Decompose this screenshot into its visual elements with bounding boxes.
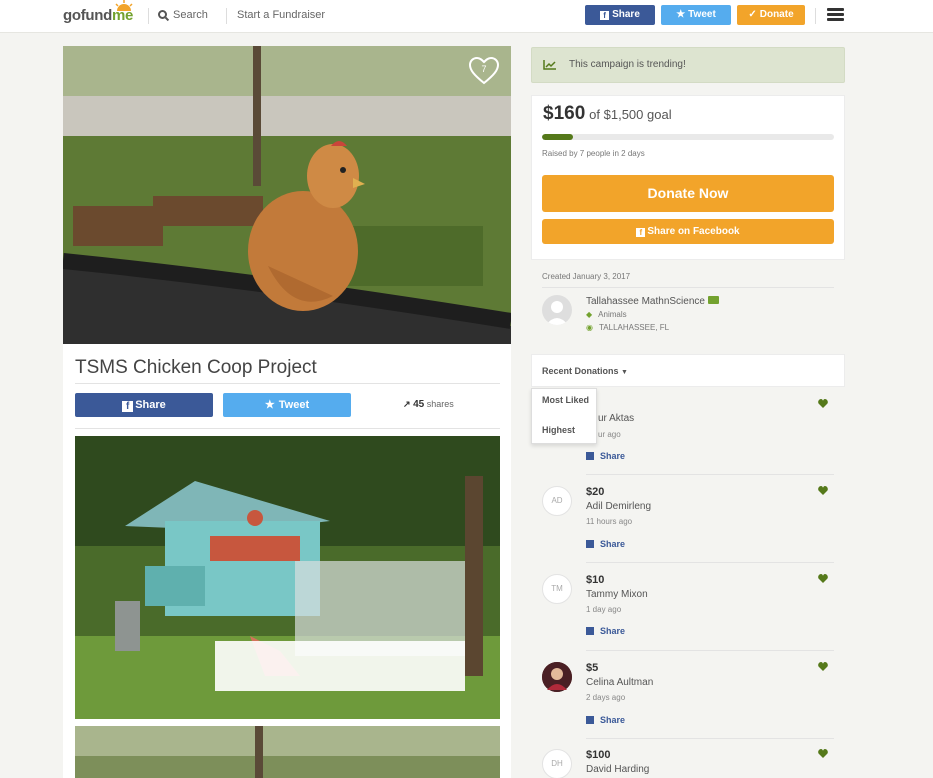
search-link[interactable]: Search bbox=[158, 9, 208, 21]
hero-image-chicken bbox=[63, 46, 511, 344]
trending-chart-icon bbox=[543, 60, 556, 70]
twitter-icon: ★ bbox=[676, 9, 686, 20]
top-header: gofundme Search Start a Fundraiser f Shar… bbox=[0, 0, 933, 33]
heart-icon[interactable] bbox=[818, 574, 828, 583]
campaign-title: TSMS Chicken Coop Project bbox=[75, 357, 317, 378]
progress-bar bbox=[542, 134, 834, 140]
divider bbox=[542, 287, 834, 288]
hamburger-menu-icon[interactable] bbox=[827, 8, 844, 22]
trending-banner: This campaign is trending! bbox=[531, 47, 845, 83]
donor-name: ur Aktas bbox=[598, 413, 635, 424]
donation-share-link[interactable]: Share bbox=[586, 539, 625, 549]
heart-icon[interactable] bbox=[818, 399, 828, 408]
gofundme-logo[interactable]: gofundme bbox=[63, 0, 133, 24]
raised-by-text: Raised by 7 people in 2 days bbox=[542, 149, 645, 158]
sort-most-liked[interactable]: Most Liked bbox=[542, 395, 589, 405]
donation-time: ur ago bbox=[598, 430, 621, 439]
divider bbox=[586, 562, 834, 563]
donor-name: Tammy Mixon bbox=[586, 589, 648, 600]
donation-amount: $10 bbox=[586, 574, 605, 586]
donate-now-button[interactable]: Donate Now bbox=[542, 175, 834, 212]
amount-raised: $160 of $1,500 goal bbox=[543, 103, 672, 124]
created-date: Created January 3, 2017 bbox=[542, 272, 631, 281]
facebook-share-button[interactable]: f Share bbox=[75, 393, 213, 417]
donor-avatar: DH bbox=[542, 749, 572, 778]
chicken-photo bbox=[63, 46, 511, 344]
donation-share-link[interactable]: Share bbox=[586, 451, 625, 461]
donation-share-link[interactable]: Share bbox=[586, 626, 625, 636]
donor-name: Adil Demirleng bbox=[586, 501, 652, 512]
recent-donations-dropdown[interactable]: Recent Donations ▼ bbox=[542, 366, 628, 376]
divider bbox=[586, 738, 834, 739]
donor-avatar bbox=[542, 662, 572, 692]
heart-icon[interactable] bbox=[818, 662, 828, 671]
shares-count: ↗ 45 shares bbox=[403, 399, 454, 410]
donation-amount: $100 bbox=[586, 749, 611, 761]
facebook-icon: f bbox=[122, 401, 134, 412]
sort-highest[interactable]: Highest bbox=[542, 425, 575, 435]
header-divider bbox=[226, 8, 227, 24]
header-divider bbox=[148, 8, 149, 24]
organizer-avatar[interactable] bbox=[542, 295, 572, 325]
organizer-category[interactable]: ◆ Animals bbox=[586, 310, 627, 319]
donation-share-link[interactable]: Share bbox=[586, 715, 625, 725]
header-share-button[interactable]: f Share bbox=[585, 5, 655, 25]
organizer-name[interactable]: Tallahassee MathnScience bbox=[586, 296, 719, 307]
header-divider bbox=[815, 8, 816, 24]
donor-name: David Harding bbox=[586, 764, 650, 775]
twitter-icon: ★ bbox=[264, 399, 275, 411]
divider bbox=[75, 383, 500, 384]
header-donate-button[interactable]: ✓ Donate bbox=[737, 5, 805, 25]
divider bbox=[586, 474, 834, 475]
logo-sun-icon bbox=[115, 0, 133, 11]
chicken-coop-image bbox=[75, 436, 500, 719]
campaign-photo bbox=[75, 726, 500, 778]
facebook-icon: f bbox=[636, 228, 646, 237]
search-icon bbox=[158, 10, 167, 19]
tweet-button[interactable]: ★ Tweet bbox=[223, 393, 351, 417]
start-fundraiser-link[interactable]: Start a Fundraiser bbox=[237, 9, 325, 21]
facebook-icon bbox=[586, 627, 594, 635]
divider bbox=[75, 428, 500, 429]
trending-arrow-icon: ↗ bbox=[403, 399, 411, 409]
heart-count: 7 bbox=[481, 64, 486, 74]
envelope-icon[interactable] bbox=[707, 296, 719, 304]
facebook-icon bbox=[586, 716, 594, 724]
divider bbox=[586, 650, 834, 651]
facebook-icon: f bbox=[600, 11, 610, 20]
heart-icon[interactable]: 7 bbox=[469, 57, 499, 85]
facebook-icon bbox=[586, 540, 594, 548]
donor-name: Celina Aultman bbox=[586, 677, 654, 688]
heart-icon[interactable] bbox=[818, 486, 828, 495]
heart-icon[interactable] bbox=[818, 749, 828, 758]
caret-down-icon: ▼ bbox=[621, 369, 628, 376]
donation-time: 1 day ago bbox=[586, 605, 622, 614]
donation-time: 11 hours ago bbox=[586, 517, 633, 526]
user-icon bbox=[546, 301, 568, 325]
donation-amount: $20 bbox=[586, 486, 605, 498]
coop-photo bbox=[75, 436, 500, 719]
donor-avatar: AD bbox=[542, 486, 572, 516]
header-tweet-button[interactable]: ★ Tweet bbox=[661, 5, 731, 25]
check-icon: ✓ bbox=[748, 9, 757, 20]
share-on-facebook-button[interactable]: f Share on Facebook bbox=[542, 219, 834, 244]
facebook-icon bbox=[586, 452, 594, 460]
donation-amount: $5 bbox=[586, 662, 599, 674]
donation-time: 2 days ago bbox=[586, 693, 626, 702]
organizer-location: ◉ TALLAHASSEE, FL bbox=[586, 323, 670, 332]
tag-icon: ◆ bbox=[586, 310, 593, 319]
progress-fill bbox=[542, 134, 574, 140]
donor-photo bbox=[542, 662, 572, 692]
donor-avatar: TM bbox=[542, 574, 572, 604]
location-pin-icon: ◉ bbox=[586, 323, 593, 332]
